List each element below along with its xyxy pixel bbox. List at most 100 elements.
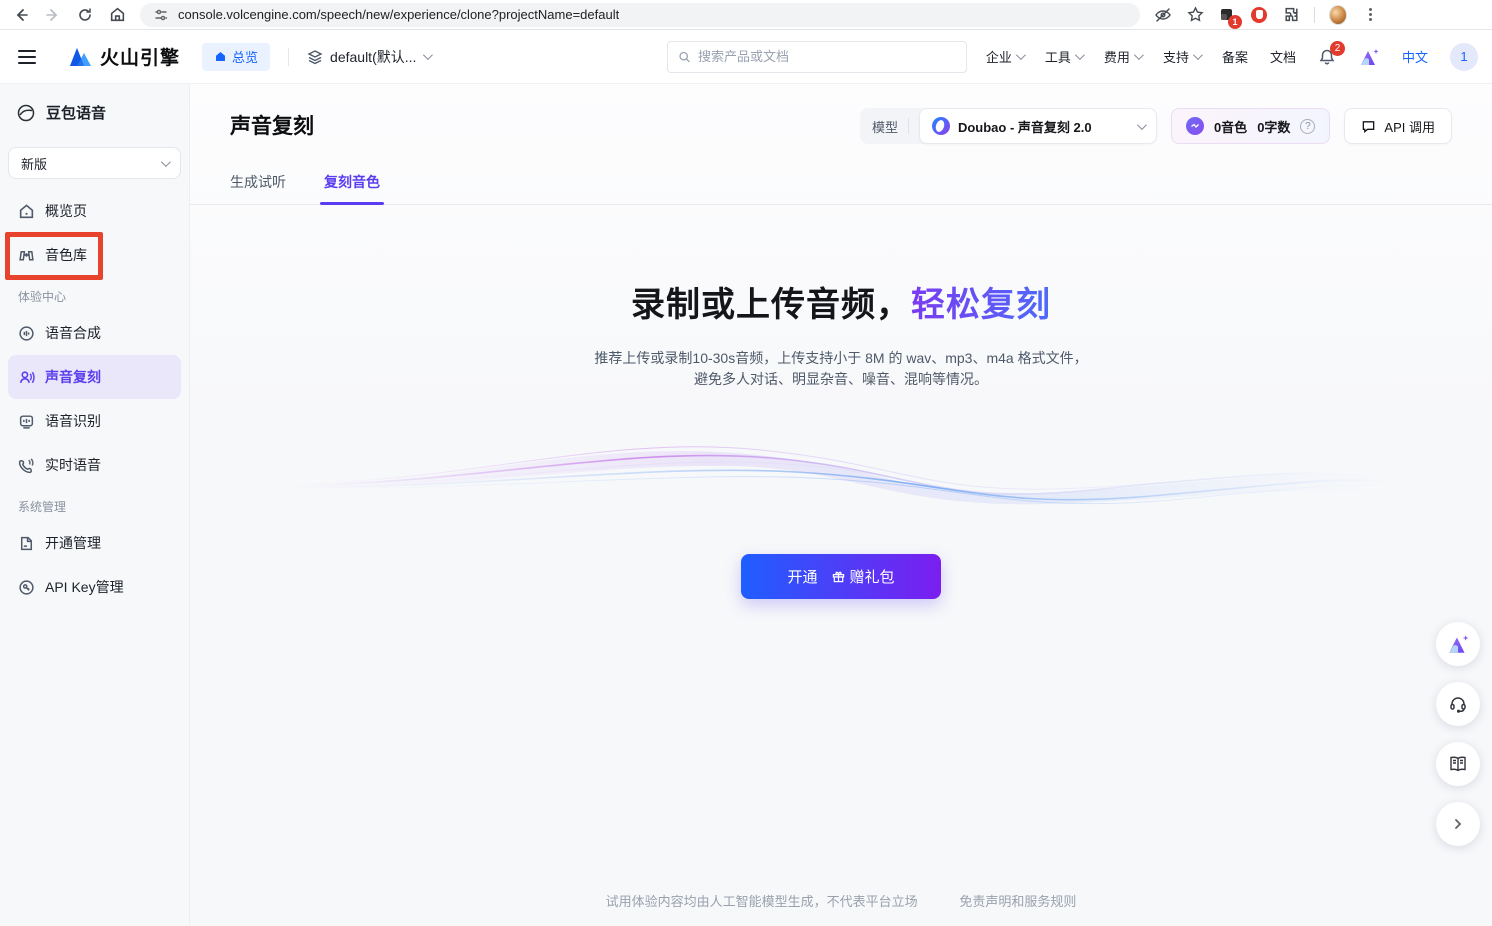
api-chat-icon <box>1361 119 1376 134</box>
toolbar-divider <box>1314 7 1315 23</box>
ai-helper-float-button[interactable] <box>1436 622 1480 666</box>
refresh-icon[interactable] <box>76 6 94 24</box>
chevron-right-icon <box>1451 817 1465 831</box>
speech-recognition-icon <box>18 413 35 430</box>
chevron-down-icon <box>1016 50 1026 60</box>
browser-menu-icon[interactable] <box>1361 6 1379 24</box>
ai-assistant-button[interactable] <box>1358 47 1380 67</box>
blocker-extension-icon[interactable] <box>1250 6 1268 24</box>
sidebar-section-experience: 体验中心 <box>8 277 181 311</box>
brand-name: 火山引擎 <box>100 43 180 70</box>
extension-sidebar-icon[interactable]: 1 <box>1218 6 1236 24</box>
model-select[interactable]: Doubao - 声音复刻 2.0 <box>919 108 1157 144</box>
docs-float-button[interactable] <box>1436 742 1480 786</box>
site-settings-icon[interactable] <box>152 6 170 24</box>
collapse-float-button[interactable] <box>1436 802 1480 846</box>
floating-toolbar <box>1436 622 1480 846</box>
ai-mountain-icon <box>1358 47 1380 67</box>
sidebar-item-tts[interactable]: 语音合成 <box>8 311 181 355</box>
url-text[interactable]: console.volcengine.com/speech/new/experi… <box>178 7 619 22</box>
search-input[interactable] <box>698 49 956 64</box>
bookmark-star-icon[interactable] <box>1186 6 1204 24</box>
headset-icon <box>1448 694 1468 714</box>
volcengine-logo[interactable]: 火山引擎 <box>68 43 180 70</box>
help-icon[interactable]: ? <box>1300 119 1315 134</box>
api-call-button[interactable]: API 调用 <box>1344 108 1452 144</box>
extension-badge: 1 <box>1228 15 1242 29</box>
home-icon[interactable] <box>108 6 126 24</box>
project-selector[interactable]: default(默认... <box>307 47 430 67</box>
sidebar-product-title: 豆包语音 <box>8 98 181 127</box>
sidebar-item-voice-library[interactable]: 音色库 <box>8 233 181 277</box>
menu-billing[interactable]: 费用 <box>1104 47 1141 66</box>
menu-docs[interactable]: 文档 <box>1270 47 1296 66</box>
voice-clone-icon <box>18 369 35 386</box>
hamburger-menu-icon[interactable] <box>18 50 36 64</box>
ai-mountain-icon <box>1446 633 1470 655</box>
activate-label: 开通 <box>787 566 817 587</box>
usage-quota-pill[interactable]: 0音色 0字数 ? <box>1171 108 1330 144</box>
extensions-puzzle-icon[interactable] <box>1282 6 1300 24</box>
support-float-button[interactable] <box>1436 682 1480 726</box>
sidebar-item-activation[interactable]: 开通管理 <box>8 521 181 565</box>
open-book-icon <box>1448 754 1468 774</box>
overview-home-icon <box>214 50 227 63</box>
chevron-down-icon <box>161 157 171 167</box>
version-selector[interactable]: 新版 <box>8 147 181 179</box>
search-icon <box>678 50 691 64</box>
hero-description: 推荐上传或录制10-30s音频，上传支持小于 8M 的 wav、mp3、m4a … <box>190 348 1492 390</box>
menu-enterprise[interactable]: 企业 <box>986 47 1023 66</box>
doubao-speech-icon <box>16 103 36 123</box>
overview-label: 总览 <box>232 47 258 66</box>
home-outline-icon <box>18 203 35 220</box>
footer-disclaimer: 试用体验内容均由人工智能模型生成，不代表平台立场 <box>606 894 918 909</box>
footer: 试用体验内容均由人工智能模型生成，不代表平台立场 免责声明和服务规则 <box>190 891 1492 910</box>
sidebar-item-voice-clone[interactable]: 声音复刻 <box>8 355 181 399</box>
quota-icon <box>1186 117 1204 135</box>
menu-support[interactable]: 支持 <box>1163 47 1200 66</box>
chevron-down-icon <box>1134 50 1144 60</box>
model-value: Doubao - 声音复刻 2.0 <box>958 117 1129 136</box>
forward-icon[interactable] <box>44 6 62 24</box>
product-search[interactable] <box>667 41 967 73</box>
sidebar-item-realtime[interactable]: 实时语音 <box>8 443 181 487</box>
sidebar-item-asr[interactable]: 语音识别 <box>8 399 181 443</box>
chevron-down-icon <box>1075 50 1085 60</box>
chevron-down-icon <box>423 50 433 60</box>
menu-tools[interactable]: 工具 <box>1045 47 1082 66</box>
menu-icp[interactable]: 备案 <box>1222 47 1248 66</box>
project-name: default(默认... <box>330 47 416 67</box>
tabs: 生成试听 复刻音色 <box>190 172 1492 205</box>
hero-title: 录制或上传音频，轻松复刻 <box>190 277 1492 326</box>
speech-synthesis-icon <box>18 325 35 342</box>
hero-section: 录制或上传音频，轻松复刻 推荐上传或录制10-30s音频，上传支持小于 8M 的… <box>190 277 1492 599</box>
doubao-model-icon <box>932 117 950 135</box>
tab-clone-voice[interactable]: 复刻音色 <box>324 172 380 204</box>
profile-avatar[interactable] <box>1329 6 1347 24</box>
model-label: 模型 <box>872 117 898 136</box>
chevron-down-icon <box>1193 50 1203 60</box>
language-switch[interactable]: 中文 <box>1402 47 1428 66</box>
layers-icon <box>307 49 323 65</box>
activate-button[interactable]: 开通 赠礼包 <box>741 554 941 599</box>
tab-generate-preview[interactable]: 生成试听 <box>230 172 286 204</box>
browser-toolbar: console.volcengine.com/speech/new/experi… <box>0 0 1492 30</box>
chevron-down-icon <box>1137 120 1147 130</box>
waveform-graphic <box>190 426 1492 526</box>
sidebar: 豆包语音 新版 概览页 音色库 体验中心 语音合成 声音复刻 <box>0 84 190 926</box>
footer-terms-link[interactable]: 免责声明和服务规则 <box>959 894 1076 909</box>
sidebar-item-overview[interactable]: 概览页 <box>8 189 181 233</box>
privacy-eye-icon[interactable] <box>1154 6 1172 24</box>
hero-title-black: 录制或上传音频， <box>631 286 911 324</box>
overview-button[interactable]: 总览 <box>202 43 270 71</box>
mountain-logo-icon <box>68 46 94 68</box>
main-content: 声音复刻 模型 Doubao - 声音复刻 2.0 0音色 0字数 ? <box>190 84 1492 926</box>
activation-doc-icon <box>18 535 35 552</box>
notification-badge: 2 <box>1330 41 1345 56</box>
model-toolbar: 模型 Doubao - 声音复刻 2.0 0音色 0字数 ? API 调用 <box>860 108 1452 144</box>
sidebar-item-api-key[interactable]: API Key管理 <box>8 565 181 609</box>
account-avatar[interactable]: 1 <box>1450 43 1478 71</box>
back-icon[interactable] <box>12 6 30 24</box>
address-bar[interactable]: console.volcengine.com/speech/new/experi… <box>140 3 1140 27</box>
notifications-button[interactable]: 2 <box>1318 48 1336 66</box>
